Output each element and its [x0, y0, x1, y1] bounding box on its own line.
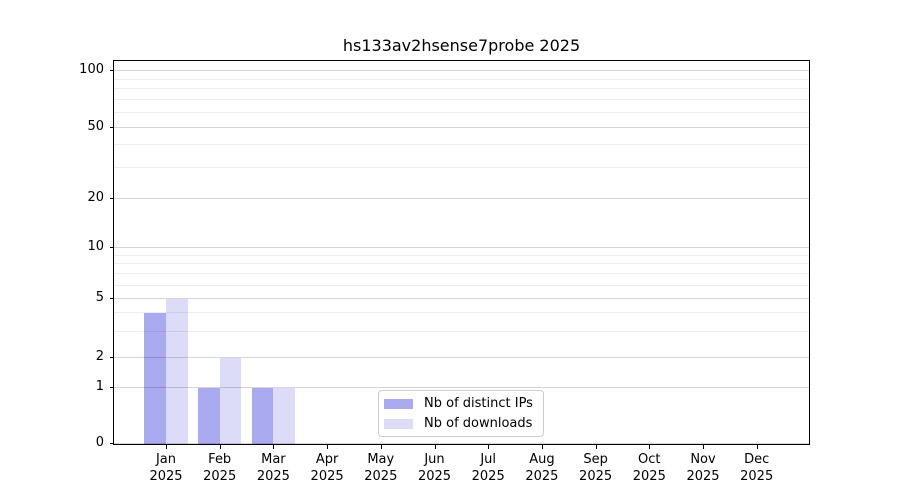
gridline-major-10 [114, 247, 809, 248]
legend-row-distinct-ips: Nb of distinct IPs [384, 396, 543, 412]
y-tick-label-0: 0 [95, 435, 104, 450]
y-tick-label-20: 20 [87, 190, 104, 205]
y-tick-label-10: 10 [87, 239, 104, 254]
y-tick-label-1: 1 [95, 379, 104, 394]
y-tick-20 [110, 198, 114, 199]
x-tick-apr [327, 445, 329, 449]
x-tick-mar [273, 445, 275, 449]
gridline-minor-3 [114, 330, 809, 332]
gridline-minor-30 [114, 166, 809, 168]
legend-row-downloads: Nb of downloads [384, 416, 543, 432]
gridline-minor-7 [114, 273, 809, 275]
y-tick-0 [110, 443, 114, 444]
x-tick-may [380, 445, 382, 449]
bar-downloads-mar [273, 388, 295, 444]
bar-distinct-ips-jan [144, 313, 166, 444]
y-tick-label-50: 50 [87, 119, 104, 134]
gridline-minor-80 [114, 88, 809, 90]
gridline-minor-40 [114, 144, 809, 146]
gridline-major-0 [114, 443, 809, 444]
gridline-minor-60 [114, 112, 809, 113]
x-tick-jan [166, 445, 167, 449]
x-tick-nov [703, 445, 704, 449]
x-tick-aug [541, 445, 543, 449]
gridline-major-5 [114, 298, 809, 299]
plot-area [113, 60, 810, 445]
x-tick-label-dec: Dec 2025 [740, 452, 774, 484]
x-tick-sep [595, 445, 597, 449]
y-tick-2 [110, 357, 114, 358]
legend-swatch-distinct-ips [384, 398, 413, 409]
gridline-minor-90 [114, 78, 809, 80]
gridline-minor-6 [114, 284, 809, 286]
legend-label-distinct-ips: Nb of distinct IPs [424, 395, 533, 411]
bar-distinct-ips-mar [251, 388, 274, 444]
gridline-minor-70 [114, 99, 809, 101]
y-tick-50 [110, 127, 114, 128]
gridline-minor-4 [114, 312, 809, 314]
x-tick-jul [488, 445, 490, 449]
bar-downloads-feb [219, 358, 242, 444]
legend-label-downloads: Nb of downloads [424, 415, 533, 431]
gridline-major-50 [114, 127, 809, 128]
bar-downloads-jan [166, 299, 188, 444]
y-tick-100 [110, 70, 114, 71]
gridline-minor-9 [114, 254, 809, 256]
x-tick-oct [649, 445, 651, 449]
y-tick-5 [110, 298, 114, 299]
chart-figure: hs133av2hsense7probe 2025 0 1 2 5 10 20 50 100 J… [0, 0, 900, 500]
x-tick-feb [219, 445, 221, 449]
gridline-major-100 [114, 70, 809, 71]
y-tick-1 [110, 387, 114, 388]
chart-title: hs133av2hsense7probe 2025 [342, 36, 581, 55]
legend-swatch-downloads [384, 418, 413, 429]
gridline-minor-8 [114, 263, 809, 265]
gridline-major-1 [114, 387, 809, 388]
y-tick-label-5: 5 [95, 290, 104, 305]
y-tick-10 [110, 247, 114, 248]
gridline-major-20 [114, 198, 809, 199]
legend: Nb of distinct IPs Nb of downloads [378, 390, 544, 437]
y-tick-label-2: 2 [95, 349, 104, 364]
x-tick-dec [756, 445, 758, 449]
y-tick-label-100: 100 [79, 62, 104, 77]
x-tick-jun [434, 445, 436, 449]
bar-distinct-ips-feb [198, 388, 220, 444]
gridline-major-2 [114, 357, 809, 358]
